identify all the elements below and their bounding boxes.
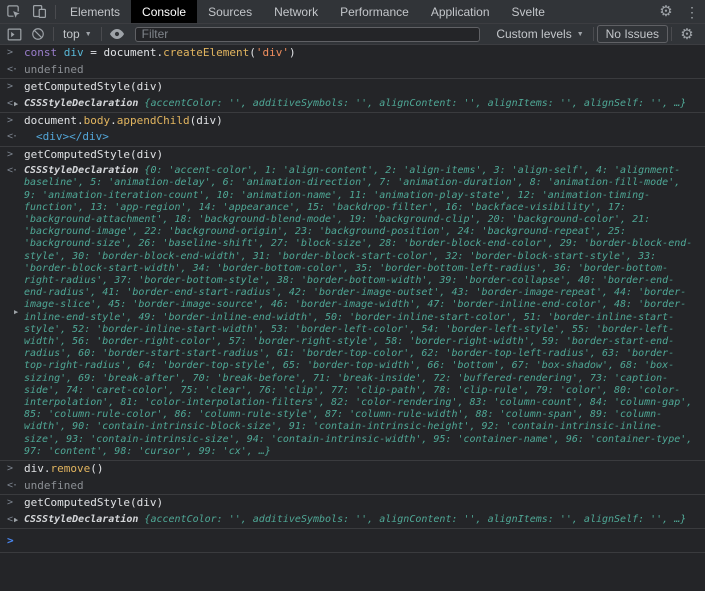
input-chevron-icon: >: [7, 81, 13, 92]
clear-console-icon: [31, 27, 45, 41]
return-arrow-icon: <·: [7, 479, 18, 491]
divider: [100, 27, 102, 41]
object-preview-body: {accentColor: '', additiveSymbols: '', a…: [144, 513, 687, 525]
log-levels-dropdown[interactable]: Custom levels ▼: [490, 27, 589, 41]
tabbar-spacer: [556, 0, 653, 23]
input-chevron-icon: >: [7, 497, 13, 509]
code-token: ): [288, 46, 296, 59]
console-sidebar-icon: [7, 28, 22, 41]
code-token: =: [83, 46, 104, 59]
console-input-row: > div.remove(): [0, 460, 705, 478]
return-arrow-icon: <·: [7, 63, 18, 75]
more-options-button[interactable]: ⋮: [679, 0, 705, 23]
device-toolbar-icon: [32, 4, 47, 19]
tab-application[interactable]: Application: [420, 0, 501, 23]
expand-triangle-icon[interactable]: ▶: [14, 514, 18, 526]
expand-triangle-icon[interactable]: ▶: [14, 97, 18, 109]
panel-tabs: Elements Console Sources Network Performance…: [59, 0, 556, 23]
console-settings-button[interactable]: ⚙: [675, 24, 699, 44]
console-result-row: <· undefined: [0, 62, 705, 79]
code-token: createElement: [163, 46, 250, 59]
console-input-row: > getComputedStyle(div): [0, 78, 705, 96]
console-result-row: <· ▶ CSSStyleDeclaration {0: 'accent-color…: [0, 163, 705, 460]
clear-console-button[interactable]: [26, 24, 50, 44]
console-input-row: > getComputedStyle(div): [0, 145, 705, 164]
console-input-row: > const div = document.createElement('div…: [0, 45, 705, 62]
console-input-row: > document.body.appendChild(div): [0, 111, 705, 130]
code-token: getComputedStyle(div): [24, 80, 164, 93]
tab-console[interactable]: Console: [131, 0, 198, 23]
console-result-row: <· <div></div>: [0, 129, 705, 146]
context-selector-label: top: [63, 27, 80, 41]
console-result-row: <· ▶ CSSStyleDeclaration {accentColor: '',…: [0, 96, 705, 112]
live-expression-button[interactable]: [105, 24, 129, 44]
gear-icon: ⚙: [680, 25, 694, 43]
object-class-name: CSSStyleDeclaration: [24, 97, 145, 109]
divider: [592, 27, 594, 41]
code-token: const: [24, 46, 64, 59]
code-token: 'div': [255, 46, 289, 59]
code-token: div: [63, 46, 84, 59]
code-token: document.: [24, 113, 84, 127]
input-chevron-icon: >: [7, 47, 13, 58]
tab-svelte[interactable]: Svelte: [501, 0, 556, 23]
chevron-down-icon: ▼: [84, 30, 92, 38]
tab-performance[interactable]: Performance: [329, 0, 420, 23]
code-token: body: [83, 113, 111, 127]
input-chevron-icon: >: [7, 114, 13, 126]
inspect-element-button[interactable]: [0, 0, 26, 23]
code-token: remove: [50, 462, 91, 476]
code-token: getComputedStyle(div): [24, 496, 164, 510]
code-token: div.: [24, 462, 51, 476]
code-token: appendChild: [116, 113, 190, 127]
devtools-tab-bar: Elements Console Sources Network Performance…: [0, 0, 705, 24]
tab-network[interactable]: Network: [263, 0, 329, 23]
code-token: getComputedStyle(div): [24, 147, 164, 161]
code-token: (): [90, 462, 104, 476]
return-arrow-icon: <·: [7, 165, 18, 177]
input-chevron-icon: >: [7, 148, 13, 160]
object-preview-body: {0: 'accent-color', 1: 'align-content', …: [24, 165, 693, 457]
console-toolbar: top ▼ Custom levels ▼ No Issues ⚙: [0, 24, 705, 45]
undefined-result: undefined: [24, 478, 84, 492]
tab-elements[interactable]: Elements: [59, 0, 131, 23]
divider: [53, 27, 54, 41]
code-token: (: [249, 46, 256, 59]
console-log: > const div = document.createElement('div…: [0, 45, 705, 591]
console-sidebar-toggle-button[interactable]: [2, 24, 26, 44]
code-token: document.: [103, 46, 164, 59]
filter-input[interactable]: [134, 26, 481, 42]
settings-button[interactable]: ⚙: [653, 0, 679, 23]
expand-triangle-icon[interactable]: ▶: [14, 306, 18, 318]
dom-node-result[interactable]: <div></div>: [36, 130, 109, 143]
inspect-cursor-icon: [6, 4, 21, 19]
kebab-menu-icon: ⋮: [685, 3, 699, 20]
divider: [55, 4, 56, 19]
prompt-chevron-icon: >: [7, 533, 14, 547]
gear-icon: ⚙: [659, 3, 673, 20]
object-class-name: CSSStyleDeclaration: [24, 513, 145, 525]
console-input-row: > getComputedStyle(div): [0, 494, 705, 512]
console-result-row: <· ▶ CSSStyleDeclaration {accentColor: '',…: [0, 512, 705, 528]
issues-button[interactable]: No Issues: [596, 25, 668, 43]
code-token: (div): [189, 113, 223, 127]
undefined-result: undefined: [24, 62, 84, 76]
eye-icon: [109, 28, 125, 40]
return-arrow-icon: <·: [7, 131, 18, 143]
console-result-row: <· undefined: [0, 478, 705, 495]
input-chevron-icon: >: [7, 463, 13, 475]
console-prompt[interactable]: >: [0, 527, 705, 553]
log-levels-label: Custom levels: [496, 27, 572, 41]
context-selector[interactable]: top ▼: [57, 27, 98, 41]
object-class-name: CSSStyleDeclaration: [24, 165, 145, 177]
divider: [671, 27, 672, 41]
chevron-down-icon: ▼: [576, 30, 584, 38]
object-preview-body: {accentColor: '', additiveSymbols: '', a…: [144, 97, 687, 109]
device-toolbar-button[interactable]: [26, 0, 52, 23]
code-token: .: [110, 113, 117, 127]
tab-sources[interactable]: Sources: [197, 0, 263, 23]
